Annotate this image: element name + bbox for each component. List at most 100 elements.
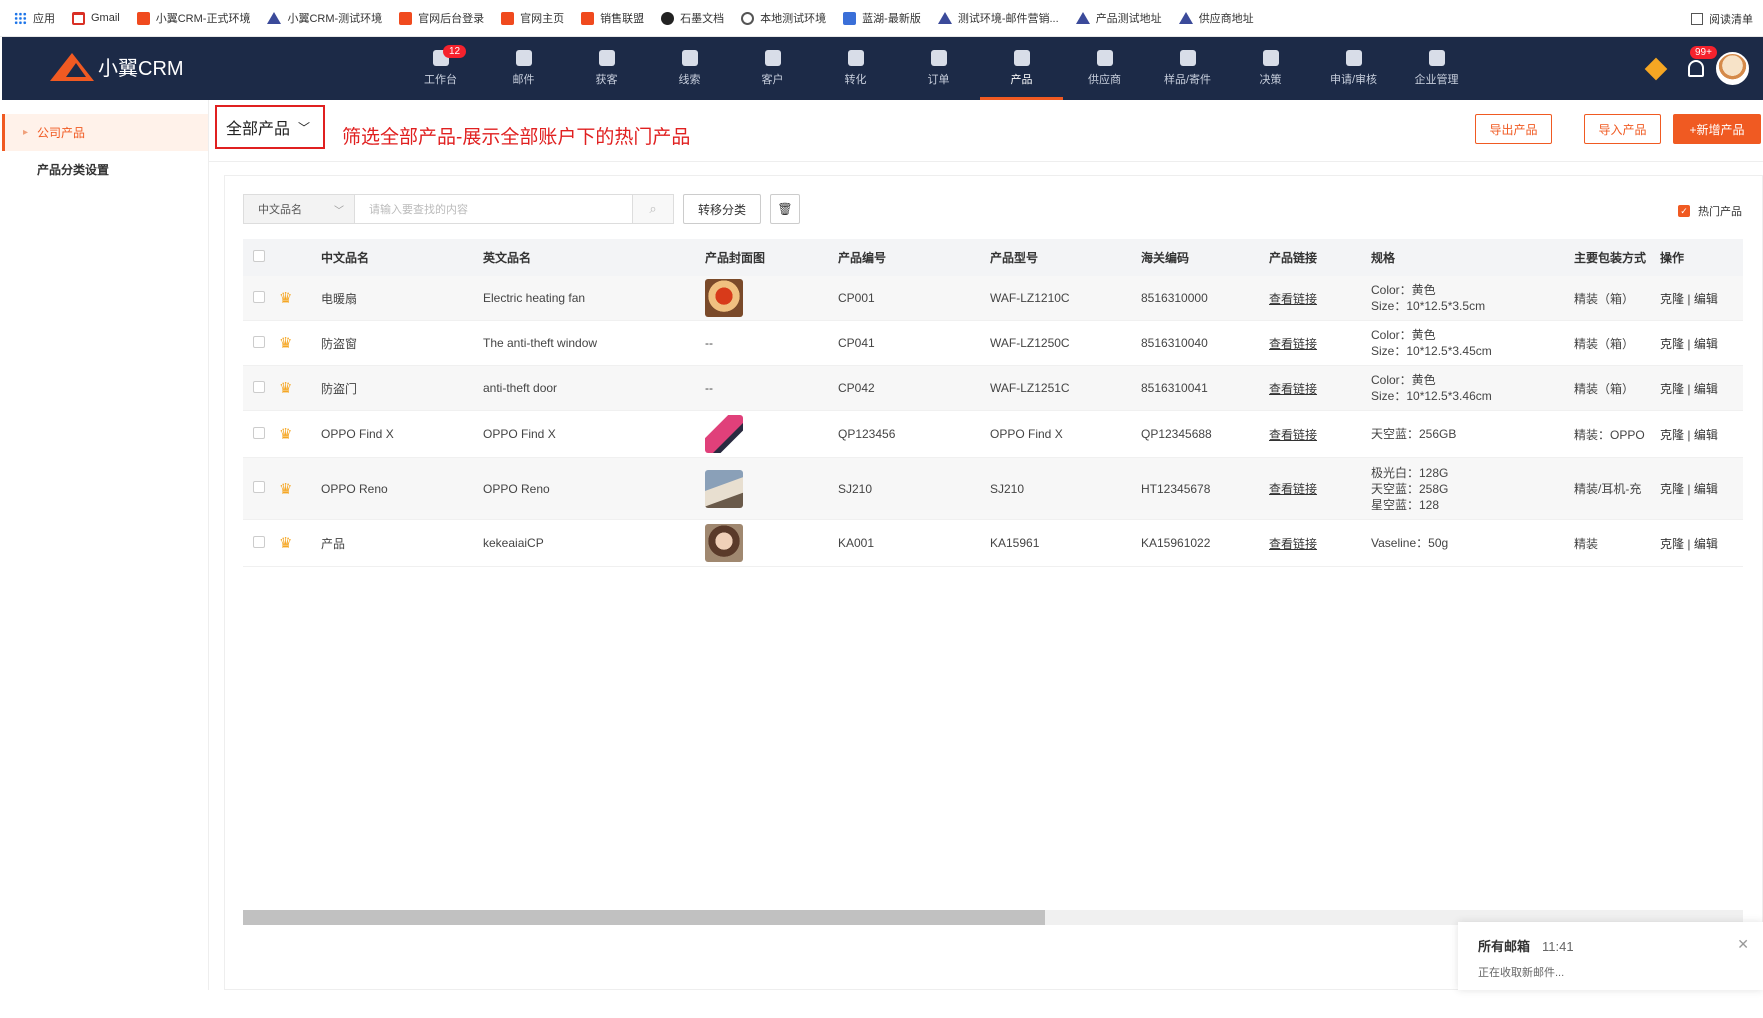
row-checkbox[interactable]	[253, 290, 265, 303]
product-scope-select[interactable]: 全部产品 ﹀	[215, 105, 325, 149]
bookmark-lanhu[interactable]: 蓝湖-最新版	[843, 10, 921, 26]
edit-link[interactable]: 编辑	[1694, 382, 1718, 396]
toast-message: 正在收取新邮件...	[1478, 967, 1565, 979]
product-thumbnail[interactable]	[705, 415, 743, 453]
bookmark-shimo[interactable]: 石墨文档	[661, 10, 724, 26]
product-thumbnail[interactable]	[705, 279, 743, 317]
clone-link[interactable]: 克隆	[1660, 337, 1684, 351]
sidebar-item-category-settings[interactable]: 产品分类设置	[2, 151, 208, 188]
view-link[interactable]: 查看链接	[1269, 428, 1317, 442]
header-spec: 规格	[1371, 250, 1396, 265]
nav-suppliers[interactable]: 供应商	[1063, 37, 1146, 100]
cell-product-code: CP001	[838, 291, 875, 305]
select-all-checkbox[interactable]	[253, 250, 265, 262]
top-navbar: 小翼CRM 12 工作台 邮件 获客 线索 客户 转化 订单 产品 供应商 样品/…	[2, 37, 1763, 100]
nav-samples[interactable]: 样品/寄件	[1146, 37, 1229, 100]
view-link[interactable]: 查看链接	[1269, 482, 1317, 496]
nav-products[interactable]: 产品	[980, 37, 1063, 100]
crown-icon[interactable]: ♛	[279, 426, 292, 443]
bookmark-local-test[interactable]: 本地测试环境	[741, 10, 826, 26]
row-checkbox[interactable]	[253, 380, 265, 393]
bookmark-product-test[interactable]: 产品测试地址	[1075, 10, 1162, 26]
row-checkbox[interactable]	[253, 481, 265, 493]
edit-link[interactable]: 编辑	[1694, 428, 1718, 442]
view-link[interactable]: 查看链接	[1269, 292, 1317, 306]
flask-icon	[1179, 50, 1196, 66]
product-thumbnail[interactable]	[705, 469, 743, 508]
nav-leads[interactable]: 线索	[648, 37, 731, 100]
header-actions: 操作	[1660, 251, 1685, 265]
edit-link[interactable]: 编辑	[1694, 482, 1718, 496]
bookmark-apps[interactable]: 应用	[14, 10, 55, 26]
nav-acquisition[interactable]: 获客	[565, 37, 648, 100]
row-checkbox[interactable]	[253, 335, 265, 348]
crown-icon[interactable]: ♛	[279, 481, 292, 498]
crown-icon[interactable]: ♛	[279, 535, 292, 552]
nav-orders[interactable]: 订单	[897, 37, 980, 100]
product-thumbnail[interactable]	[705, 524, 743, 562]
crm-icon	[581, 11, 595, 25]
search-input[interactable]: 请输入要查找的内容	[355, 194, 633, 224]
search-icon[interactable]: ⌕	[633, 194, 674, 224]
sidebar-item-company-products[interactable]: 公司产品	[2, 114, 208, 151]
bookmark-supplier[interactable]: 供应商地址	[1178, 10, 1254, 26]
search-field-select[interactable]: 中文品名 ﹀	[243, 194, 355, 224]
export-products-button[interactable]: 导出产品	[1475, 114, 1552, 144]
hot-products-checkbox[interactable]: ✓ 热门产品	[1678, 203, 1742, 219]
edit-link[interactable]: 编辑	[1694, 337, 1718, 351]
row-checkbox[interactable]	[253, 426, 265, 439]
view-link[interactable]: 查看链接	[1269, 537, 1317, 551]
vip-diamond-icon[interactable]	[1644, 57, 1668, 80]
cell-spec: 天空蓝：256GB	[1371, 427, 1457, 441]
cell-spec: Color：黄色 Size：10*12.5*3.45cm	[1371, 328, 1492, 358]
import-products-button[interactable]: 导入产品	[1584, 114, 1661, 144]
edit-link[interactable]: 编辑	[1694, 292, 1718, 306]
nav-decisions[interactable]: 决策	[1229, 37, 1312, 100]
nav-right-tools: 99+	[1644, 37, 1763, 100]
check-icon: ✓	[1678, 205, 1690, 217]
crown-icon[interactable]: ♛	[279, 380, 292, 397]
bookmark-mail-marketing[interactable]: 测试环境-邮件营销...	[937, 10, 1059, 26]
customer-icon	[764, 50, 781, 66]
cell-packaging: 精装：OPPO	[1574, 427, 1645, 442]
nav-conversion[interactable]: 转化	[814, 37, 897, 100]
reading-list[interactable]: 阅读清单	[1691, 0, 1753, 37]
view-link[interactable]: 查看链接	[1269, 382, 1317, 396]
clone-link[interactable]: 克隆	[1660, 382, 1684, 396]
bookmark-admin-login[interactable]: 官网后台登录	[399, 10, 484, 26]
crown-icon[interactable]: ♛	[279, 335, 292, 352]
bag-icon	[1013, 50, 1030, 66]
cell-en-name: OPPO Find X	[483, 427, 556, 441]
nav-mail[interactable]: 邮件	[482, 37, 565, 100]
clone-link[interactable]: 克隆	[1660, 292, 1684, 306]
trash-icon[interactable]: 🗑	[770, 194, 800, 224]
brand-logo[interactable]: 小翼CRM	[50, 51, 184, 81]
nav-enterprise[interactable]: 企业管理	[1395, 37, 1478, 100]
header-product-code: 产品编号	[838, 251, 887, 265]
header-cn-name: 中文品名	[321, 251, 370, 265]
bookmark-homepage[interactable]: 官网主页	[501, 10, 564, 26]
bell-icon[interactable]: 99+	[1688, 46, 1717, 77]
header-packaging: 主要包装方式	[1574, 251, 1647, 265]
scrollbar-thumb[interactable]	[243, 910, 1045, 925]
clone-link[interactable]: 克隆	[1660, 537, 1684, 551]
bookmark-crm-test[interactable]: 小翼CRM-测试环境	[267, 10, 382, 26]
add-product-button[interactable]: +新增产品	[1673, 114, 1761, 144]
move-category-button[interactable]: 转移分类	[683, 194, 761, 224]
close-icon[interactable]: ✕	[1737, 936, 1749, 953]
table-row: ♛ 防盗门 anti-theft door -- CP042 WAF-LZ125…	[243, 366, 1743, 411]
avatar[interactable]	[1716, 52, 1749, 85]
nav-customers[interactable]: 客户	[731, 37, 814, 100]
view-link[interactable]: 查看链接	[1269, 337, 1317, 351]
bookmark-gmail[interactable]: Gmail	[72, 11, 120, 25]
bookmark-crm-prod[interactable]: 小翼CRM-正式环境	[136, 10, 250, 26]
nav-approvals[interactable]: 申请/审核	[1312, 37, 1395, 100]
cell-spec: Color：黄色 Size：10*12.5*3.5cm	[1371, 283, 1486, 313]
clone-link[interactable]: 克隆	[1660, 482, 1684, 496]
nav-workbench[interactable]: 12 工作台	[399, 37, 482, 100]
clone-link[interactable]: 克隆	[1660, 428, 1684, 442]
bookmark-sales-alliance[interactable]: 销售联盟	[581, 10, 644, 26]
crown-icon[interactable]: ♛	[279, 290, 292, 307]
row-checkbox[interactable]	[253, 535, 265, 548]
edit-link[interactable]: 编辑	[1694, 537, 1718, 551]
